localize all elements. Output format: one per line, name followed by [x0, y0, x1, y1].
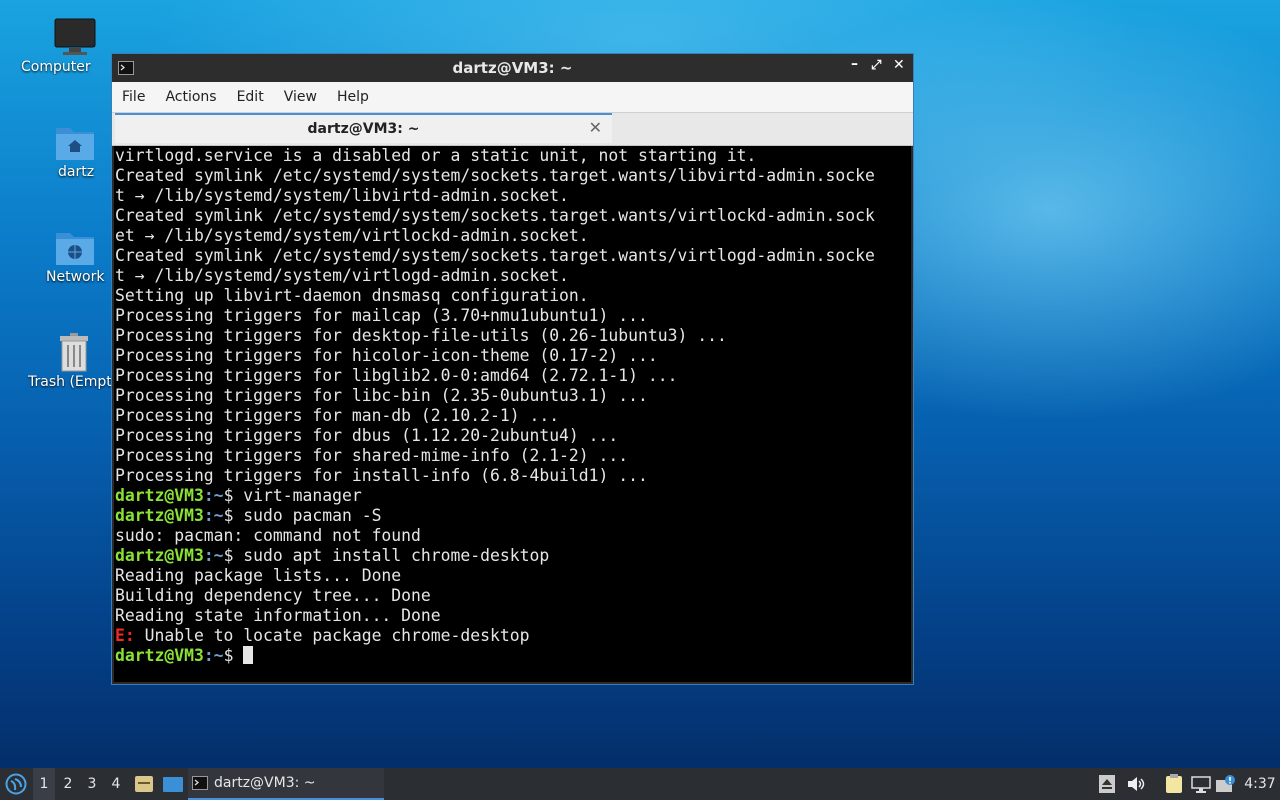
prompt-user: dartz@VM3 — [115, 646, 204, 665]
task-label: dartz@VM3: ~ — [214, 775, 316, 791]
terminal-line: Created symlink /etc/systemd/system/sock… — [115, 166, 875, 185]
home-folder-icon — [56, 128, 94, 160]
terminal-line: Created symlink /etc/systemd/system/sock… — [115, 206, 875, 225]
command-text: $ virt-manager — [223, 486, 362, 505]
maximize-button[interactable]: ⤢ — [871, 58, 881, 73]
prompt-path: :~ — [203, 546, 224, 565]
clock[interactable]: 4:37 — [1242, 768, 1278, 800]
menu-actions[interactable]: Actions — [161, 89, 228, 105]
terminal-line: Reading state information... Done — [115, 606, 441, 625]
tray-notification-button[interactable] — [1214, 768, 1238, 800]
terminal-line: t → /lib/systemd/system/virtlogd-admin.s… — [115, 266, 569, 285]
prompt-path: :~ — [203, 486, 224, 505]
desktop-icon — [163, 777, 183, 792]
terminal-line: Processing triggers for mailcap (3.70+nm… — [115, 306, 648, 325]
terminal-prompt-line: dartz@VM3:~$ virt-manager — [114, 486, 911, 506]
file-manager-launcher[interactable] — [132, 768, 156, 800]
prompt-path: :~ — [203, 506, 224, 525]
tab-label: dartz@VM3: ~ — [307, 121, 420, 137]
terminal-line: t → /lib/systemd/system/libvirtd-admin.s… — [115, 186, 569, 205]
workspace-3[interactable]: 3 — [81, 768, 103, 800]
computer-icon — [54, 18, 96, 55]
terminal-line: Processing triggers for shared-mime-info… — [115, 446, 629, 465]
terminal-tab[interactable]: dartz@VM3: ~ ✕ — [115, 113, 612, 143]
file-manager-icon — [135, 776, 153, 792]
workspace-4[interactable]: 4 — [105, 768, 127, 800]
lubuntu-logo-icon — [5, 773, 27, 795]
window-title: dartz@VM3: ~ — [452, 59, 573, 77]
trash-icon — [60, 333, 88, 372]
terminal-line: Setting up libvirt-daemon dnsmasq config… — [115, 286, 589, 305]
minimize-button[interactable]: – — [851, 56, 858, 72]
terminal-line: Processing triggers for man-db (2.10.2-1… — [115, 406, 560, 425]
volume-icon — [1128, 777, 1145, 791]
show-desktop-button[interactable] — [160, 768, 186, 800]
terminal-line: Processing triggers for hicolor-icon-the… — [115, 346, 658, 365]
tab-close-icon[interactable]: ✕ — [589, 118, 602, 137]
terminal-error-line: E: Unable to locate package chrome-deskt… — [114, 626, 911, 646]
notification-icon — [1216, 775, 1235, 792]
workspace-2[interactable]: 2 — [57, 768, 79, 800]
terminal-line: Processing triggers for libc-bin (2.35-0… — [115, 386, 648, 405]
network-folder-icon — [56, 233, 94, 265]
window-titlebar[interactable]: dartz@VM3: ~ – ⤢ ✕ — [112, 54, 913, 82]
tray-clipboard-button[interactable] — [1162, 768, 1186, 800]
command-text: $ — [223, 646, 244, 665]
terminal-output[interactable]: virtlogd.service is a disabled or a stat… — [114, 146, 911, 682]
command-text: $ sudo apt install chrome-desktop — [223, 546, 550, 565]
prompt-path: :~ — [203, 646, 224, 665]
close-button[interactable]: ✕ — [893, 57, 905, 73]
terminal-line: Processing triggers for desktop-file-uti… — [115, 326, 727, 345]
desktop-icon-label: Trash (Empt — [28, 374, 112, 390]
tray-network-button[interactable] — [1189, 768, 1213, 800]
error-prefix: E: — [115, 626, 135, 645]
clipboard-icon — [1166, 774, 1182, 793]
command-text: $ sudo pacman -S — [223, 506, 382, 525]
terminal-prompt-line: dartz@VM3:~$ sudo pacman -S — [114, 506, 911, 526]
network-icon — [1191, 776, 1211, 793]
terminal-line: sudo: pacman: command not found — [115, 526, 421, 545]
tray-eject-button[interactable] — [1096, 768, 1118, 800]
terminal-line: Processing triggers for install-info (6.… — [115, 466, 648, 485]
terminal-line: Created symlink /etc/systemd/system/sock… — [115, 246, 875, 265]
taskbar-terminal-task[interactable]: dartz@VM3: ~ — [188, 768, 384, 800]
terminal-line: et → /lib/systemd/system/virtlockd-admin… — [115, 226, 589, 245]
terminal-line: virtlogd.service is a disabled or a stat… — [115, 146, 757, 165]
app-menu-button[interactable] — [2, 768, 30, 800]
terminal-line: Reading package lists... Done — [115, 566, 402, 585]
prompt-user: dartz@VM3 — [115, 506, 204, 525]
terminal-line: Processing triggers for dbus (1.12.20-2u… — [115, 426, 619, 445]
menu-edit[interactable]: Edit — [233, 89, 276, 105]
terminal-prompt-line: dartz@VM3:~$ sudo apt install chrome-des… — [114, 546, 911, 566]
eject-icon — [1099, 775, 1115, 793]
menu-bar: File Actions Edit View Help — [112, 82, 913, 113]
menu-help[interactable]: Help — [333, 89, 381, 105]
text-cursor — [243, 646, 254, 664]
tray-volume-button[interactable] — [1124, 768, 1148, 800]
terminal-prompt-line: dartz@VM3:~$ — [114, 646, 911, 666]
error-text: Unable to locate package chrome-desktop — [134, 626, 530, 645]
terminal-line: Building dependency tree... Done — [115, 586, 431, 605]
terminal-line: Processing triggers for libglib2.0-0:amd… — [115, 366, 678, 385]
terminal-window[interactable]: dartz@VM3: ~ – ⤢ ✕ File Actions Edit Vie… — [111, 53, 914, 685]
workspace-1[interactable]: 1 — [33, 768, 55, 800]
menu-view[interactable]: View — [280, 89, 329, 105]
desktop-icon-trash[interactable]: Trash (Empt — [10, 330, 120, 390]
taskbar: 1 2 3 4 dartz@VM3: ~ 4:37 — [0, 768, 1280, 800]
prompt-user: dartz@VM3 — [115, 546, 204, 565]
menu-file[interactable]: File — [118, 89, 157, 105]
prompt-user: dartz@VM3 — [115, 486, 204, 505]
tab-bar: dartz@VM3: ~ ✕ — [112, 113, 913, 146]
terminal-icon — [192, 776, 208, 790]
